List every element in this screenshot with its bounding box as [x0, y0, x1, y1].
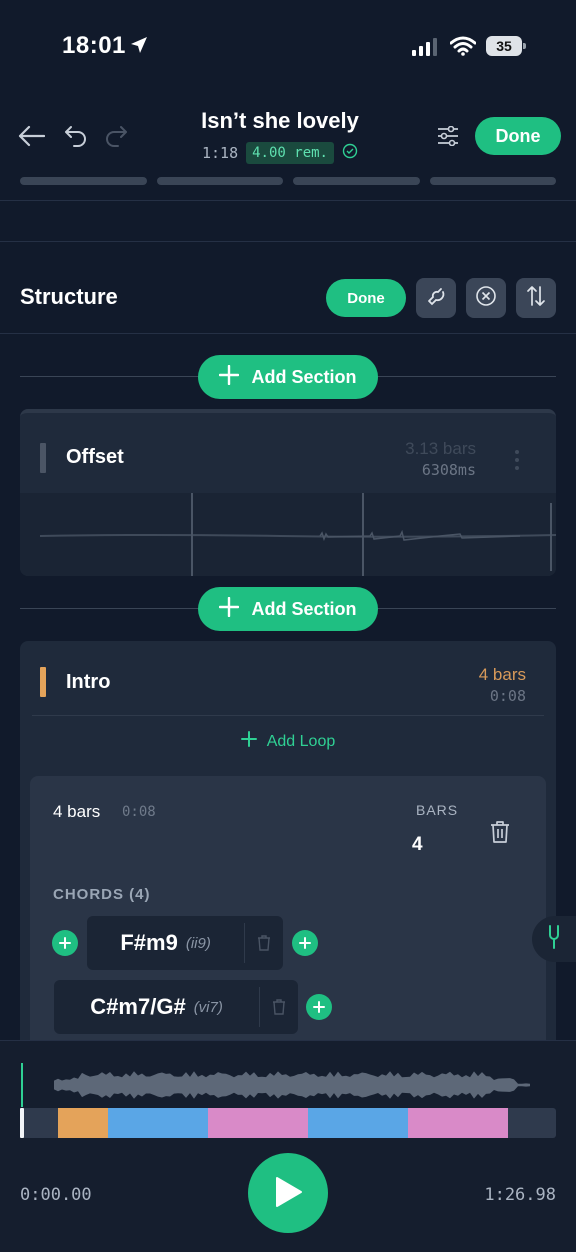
bars-label: BARS	[416, 802, 459, 818]
timeline-segment[interactable]	[508, 1108, 556, 1138]
trash-icon[interactable]	[490, 820, 510, 849]
timeline-segment[interactable]	[208, 1108, 308, 1138]
add-section-button[interactable]: Add Section	[198, 587, 378, 631]
redo-icon[interactable]	[100, 120, 132, 152]
divider	[0, 200, 576, 201]
timeline-segment[interactable]	[408, 1108, 508, 1138]
chord-name: F#m9	[120, 930, 178, 955]
status-time: 18:01	[62, 32, 126, 59]
offset-bars: 3.13 bars	[405, 439, 476, 458]
bars-value[interactable]: 4	[412, 834, 423, 856]
swap-vertical-icon	[525, 285, 547, 312]
status-bar: 18:01 35	[0, 0, 576, 92]
timeline-segment[interactable]	[108, 1108, 208, 1138]
tuner-tab[interactable]	[532, 916, 576, 962]
cellular-signal-icon	[412, 38, 438, 61]
add-section-row: Add Section	[20, 587, 556, 631]
song-waveform[interactable]	[20, 1063, 556, 1107]
clear-button[interactable]	[466, 278, 506, 318]
sliders-icon[interactable]	[432, 120, 464, 152]
elapsed-time: 1:18	[202, 144, 239, 162]
chord-chip[interactable]: C#m7/G# (vi7)	[54, 980, 298, 1034]
insert-chord-button[interactable]	[306, 994, 332, 1020]
loop-bars: 4 bars	[53, 802, 101, 821]
undo-icon[interactable]	[60, 120, 92, 152]
done-button[interactable]: Done	[475, 117, 561, 155]
audio-player: 0:00.00 1:26.98	[0, 1040, 576, 1252]
insert-chord-button[interactable]	[292, 930, 318, 956]
progress-segment	[156, 177, 283, 185]
song-meta: 1:18 4.00 rem.	[150, 142, 410, 164]
chord-label: C#m7/G# (vi7)	[54, 994, 259, 1020]
progress-segment	[429, 177, 556, 185]
wifi-icon	[449, 36, 477, 61]
timeline-segment[interactable]	[20, 1108, 58, 1138]
chords-label: CHORDS (4)	[53, 886, 151, 903]
reorder-button[interactable]	[516, 278, 556, 318]
step-progress	[20, 177, 556, 185]
plus-icon	[240, 731, 257, 752]
add-section-label: Add Section	[251, 598, 357, 619]
structure-done-button[interactable]: Done	[326, 279, 406, 317]
play-button[interactable]	[248, 1153, 328, 1233]
chord-label: F#m9 (ii9)	[87, 930, 244, 956]
playhead[interactable]	[20, 1108, 24, 1138]
battery-indicator: 35	[486, 36, 526, 56]
divider	[0, 333, 576, 334]
total-time: 1:26.98	[484, 1185, 556, 1205]
structure-title: Structure	[20, 284, 118, 309]
location-arrow-icon	[130, 36, 148, 59]
add-section-button[interactable]: Add Section	[198, 355, 378, 399]
intro-time: 0:08	[489, 687, 526, 705]
top-navigation: Isn’t she lovely 1:18 4.00 rem. Done	[0, 92, 576, 202]
offset-ms: 6308ms	[421, 461, 476, 479]
chord-roman: (ii9)	[185, 934, 211, 952]
timeline-segment[interactable]	[58, 1108, 108, 1138]
remaining-badge: 4.00 rem.	[246, 142, 334, 164]
section-color-bar	[40, 667, 46, 697]
offset-title: Offset	[66, 446, 124, 468]
add-section-label: Add Section	[251, 366, 357, 387]
chord-roman: (vi7)	[193, 998, 223, 1016]
more-vertical-icon[interactable]	[514, 449, 520, 476]
plus-icon	[219, 596, 240, 622]
intro-bars: 4 bars	[478, 665, 526, 684]
loop-card: 4 bars 0:08 BARS 4 CHORDS (4) F#m9 (ii9)	[30, 776, 546, 1061]
offset-waveform	[20, 493, 556, 576]
waveform-start-marker	[21, 1063, 23, 1107]
close-circle-icon	[475, 285, 497, 312]
add-loop-label: Add Loop	[266, 732, 336, 750]
trash-icon[interactable]	[245, 935, 283, 951]
intro-title: Intro	[66, 671, 111, 693]
divider	[0, 241, 576, 242]
plus-icon	[219, 364, 240, 390]
check-circle-icon	[342, 143, 358, 163]
offset-section-card[interactable]: Offset 3.13 bars 6308ms	[20, 409, 556, 576]
progress-segment	[20, 177, 147, 185]
timeline-segment[interactable]	[308, 1108, 408, 1138]
waveform-shape	[54, 1071, 530, 1099]
divider	[32, 715, 544, 716]
insert-chord-button[interactable]	[52, 930, 78, 956]
section-color-bar	[40, 443, 46, 473]
chord-chip[interactable]: F#m9 (ii9)	[87, 916, 283, 970]
progress-segment	[293, 177, 420, 185]
section-timeline[interactable]	[20, 1108, 556, 1138]
play-icon	[273, 1176, 303, 1211]
add-section-row: Add Section	[20, 355, 556, 399]
loop-time: 0:08	[122, 804, 156, 820]
tuning-fork-icon	[547, 924, 561, 954]
intro-section-card[interactable]: Intro 4 bars 0:08 Add Loop 4 bars 0:08 B…	[20, 641, 556, 1061]
add-loop-button[interactable]: Add Loop	[20, 731, 556, 752]
back-arrow-icon[interactable]	[14, 120, 48, 152]
song-title: Isn’t she lovely	[201, 108, 359, 133]
chord-name: C#m7/G#	[90, 994, 186, 1019]
magnet-icon	[425, 285, 447, 312]
current-time: 0:00.00	[20, 1185, 92, 1205]
trash-icon[interactable]	[260, 999, 298, 1015]
magnet-button[interactable]	[416, 278, 456, 318]
